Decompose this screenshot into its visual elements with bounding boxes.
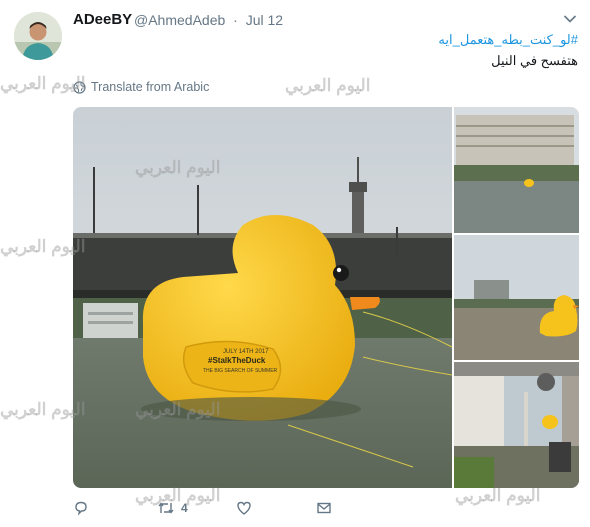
main-photo[interactable]: JULY 14TH 2017 #StalkTheDuck THE BIG SEA… <box>73 107 453 488</box>
reply-icon <box>75 501 87 516</box>
retweet-icon <box>158 502 174 514</box>
envelope-icon <box>317 502 331 514</box>
watermark: اليوم العربي <box>285 76 371 95</box>
tweet-text: هتفسح في النيل <box>491 53 578 68</box>
retweet-button[interactable]: 4 <box>157 500 188 516</box>
avatar[interactable] <box>14 12 62 60</box>
separator-dot: · <box>233 12 238 28</box>
media-grid[interactable]: JULY 14TH 2017 #StalkTheDuck THE BIG SEA… <box>73 107 579 488</box>
like-button[interactable] <box>236 500 252 516</box>
translate-link[interactable]: Translate from Arabic <box>73 80 209 94</box>
duck-text-caption: THE BIG SEARCH OF SUMMER <box>203 368 278 374</box>
translate-label: Translate from Arabic <box>91 80 210 94</box>
thumbnail-photo-3[interactable] <box>454 362 579 488</box>
duck-text-hashtag: #StalkTheDuck <box>208 356 266 365</box>
tweet-date[interactable]: Jul 12 <box>246 12 283 28</box>
handle: @AhmedAdeb <box>134 12 226 28</box>
chevron-down-icon[interactable] <box>563 14 577 24</box>
globe-icon <box>73 80 86 94</box>
hashtag-link[interactable]: #لو_كنت_بطه_هتعمل_ايه <box>438 32 578 48</box>
direct-message-button[interactable] <box>316 500 332 516</box>
retweet-count: 4 <box>181 501 188 515</box>
thumbnail-photo-2[interactable] <box>454 235 579 360</box>
thumbnail-photo-1[interactable] <box>454 107 579 233</box>
duck-text-date: JULY 14TH 2017 <box>223 349 269 355</box>
heart-icon <box>237 501 251 515</box>
display-name[interactable]: ADeeBY <box>73 11 132 28</box>
tweet-card[interactable]: ADeeBY @AhmedAdeb · Jul 12 #لو_كنت_بطه_ه… <box>0 0 590 527</box>
watermark: اليوم العربي <box>455 486 541 505</box>
handle-and-date[interactable]: @AhmedAdeb · Jul 12 <box>134 12 283 28</box>
reply-button[interactable] <box>73 500 89 516</box>
